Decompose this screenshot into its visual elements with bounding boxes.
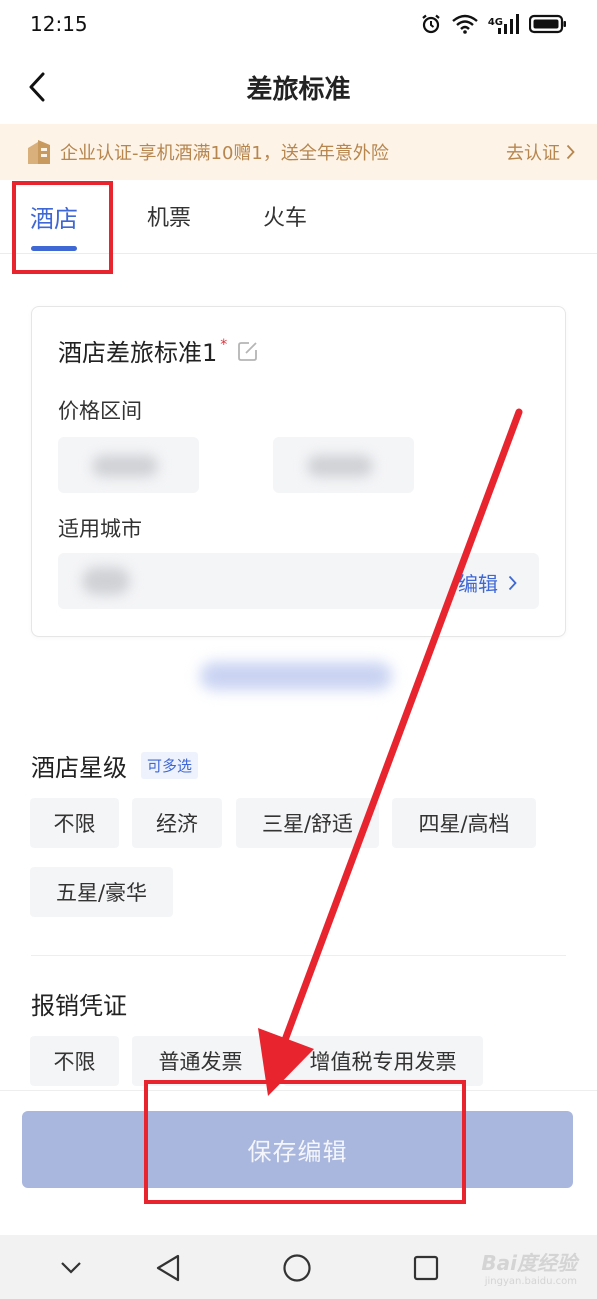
tab-active-indicator — [31, 246, 77, 251]
edit-icon[interactable] — [237, 340, 259, 362]
chevron-right-icon — [508, 575, 517, 590]
card-title: 酒店差旅标准1 — [58, 339, 218, 367]
category-tabs: 酒店 机票 火车 — [0, 180, 597, 254]
city-edit-label: 编辑 — [458, 572, 498, 596]
wifi-icon — [452, 14, 478, 34]
nav-hide-button[interactable] — [55, 1252, 87, 1284]
price-max-blurred — [307, 455, 373, 477]
tab-hotel[interactable]: 酒店 — [30, 199, 78, 234]
status-bar: 12:15 4G — [0, 0, 597, 48]
star-option-unlimited[interactable]: 不限 — [30, 798, 119, 848]
hotel-standard-card: 酒店差旅标准1 * 价格区间 适用城市 编辑 — [31, 306, 566, 637]
chevron-left-icon — [29, 72, 45, 102]
add-standard-link-blurred[interactable] — [200, 662, 392, 690]
price-min-input[interactable] — [58, 437, 199, 493]
price-range-label: 价格区间 — [58, 399, 142, 423]
city-edit-button[interactable]: 编辑 — [458, 568, 517, 597]
price-max-input[interactable] — [273, 437, 414, 493]
baidu-watermark: Bai度经验 jingyan.baidu.com — [481, 1247, 577, 1287]
square-recents-icon — [413, 1255, 439, 1281]
reimbursement-section-title: 报销凭证 — [31, 986, 127, 1021]
promo-banner[interactable]: 企业认证-享机酒满10赠1，送全年意外险 去认证 — [0, 124, 597, 180]
star-option-four-star[interactable]: 四星/高档 — [392, 798, 536, 848]
section-divider — [31, 955, 566, 956]
voucher-option-normal-invoice[interactable]: 普通发票 — [132, 1036, 269, 1086]
certify-link[interactable]: 去认证 — [506, 139, 575, 165]
footer-divider — [0, 1090, 597, 1091]
battery-icon — [529, 14, 566, 34]
city-selector[interactable]: 编辑 — [58, 553, 539, 609]
star-level-title: 酒店星级 — [31, 754, 127, 782]
price-min-blurred — [92, 455, 158, 477]
chevron-down-icon — [61, 1262, 81, 1274]
nav-recents-button[interactable] — [410, 1252, 442, 1284]
voucher-option-unlimited[interactable]: 不限 — [30, 1036, 119, 1086]
promo-text: 企业认证-享机酒满10赠1，送全年意外险 — [60, 143, 389, 164]
star-option-five-star[interactable]: 五星/豪华 — [30, 867, 173, 917]
city-label: 适用城市 — [58, 517, 142, 541]
multi-select-badge: 可多选 — [141, 752, 199, 779]
nav-home-button[interactable] — [281, 1252, 313, 1284]
watermark-sub: jingyan.baidu.com — [484, 1276, 577, 1287]
back-button[interactable] — [20, 70, 54, 104]
voucher-option-vat-invoice[interactable]: 增值税专用发票 — [283, 1036, 483, 1086]
alarm-icon — [422, 14, 440, 34]
nav-back-button[interactable] — [152, 1252, 184, 1284]
page-title: 差旅标准 — [246, 74, 351, 105]
star-option-three-star[interactable]: 三星/舒适 — [236, 798, 379, 848]
nav-bar: 差旅标准 — [0, 56, 597, 118]
chevron-right-icon — [566, 144, 575, 160]
city-value-blurred — [82, 567, 130, 595]
circle-home-icon — [283, 1254, 311, 1282]
tab-train[interactable]: 火车 — [263, 200, 307, 232]
required-mark: * — [220, 336, 228, 353]
save-button[interactable]: 保存编辑 — [22, 1111, 573, 1188]
card-title-row: 酒店差旅标准1 * — [58, 333, 259, 368]
reimbursement-title: 报销凭证 — [31, 992, 127, 1020]
status-time: 12:15 — [30, 12, 88, 36]
star-level-section-title: 酒店星级 可多选 — [31, 748, 199, 783]
building-icon — [28, 140, 50, 164]
watermark-main: Bai度经验 — [481, 1251, 577, 1275]
network-label: 4G — [487, 17, 503, 28]
system-nav-bar: Bai度经验 jingyan.baidu.com — [0, 1235, 597, 1299]
status-icons: 4G — [420, 13, 567, 35]
tab-flight[interactable]: 机票 — [147, 200, 191, 232]
star-option-economy[interactable]: 经济 — [132, 798, 222, 848]
certify-link-label: 去认证 — [506, 143, 560, 164]
triangle-back-icon — [156, 1254, 180, 1282]
